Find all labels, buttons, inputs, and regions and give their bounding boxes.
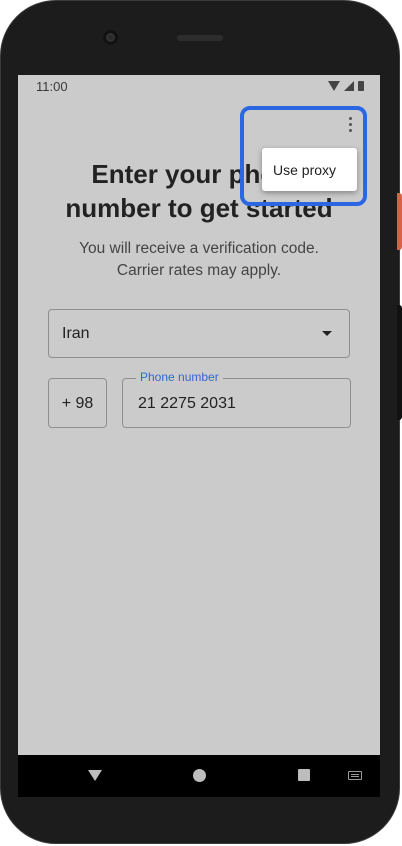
more-vert-icon[interactable] [343,115,359,135]
home-icon[interactable] [193,769,206,782]
wifi-icon [328,81,340,91]
back-icon[interactable] [88,770,102,781]
system-nav-bar [18,755,380,797]
country-value: Iran [62,325,90,342]
country-select[interactable]: Iran [48,309,350,358]
cell-signal-icon [344,81,354,91]
keyboard-icon[interactable] [348,771,362,780]
country-code-field[interactable]: + 98 [48,378,107,428]
country-code-value: + 98 [61,395,94,412]
earpiece-speaker [177,35,223,41]
page-title-line-2: number to get started [65,193,333,223]
subtitle-line-2: Carrier rates may apply. [116,262,282,279]
status-icons [328,81,364,91]
arrow-drop-down-icon [322,331,332,336]
overflow-popup-menu: Use proxy [262,148,357,191]
recents-icon[interactable] [298,769,310,781]
power-button[interactable] [397,193,402,250]
subtitle-line-1: You will receive a verification code. [79,240,319,257]
page-subtitle: You will receive a verification code. Ca… [18,238,380,282]
battery-icon [358,81,364,91]
phone-number-value: 21 2275 2031 [138,395,236,412]
app-screen: 11:00 Enter your phone number to get sta… [18,75,380,755]
front-camera [103,30,118,45]
phone-number-field[interactable]: Phone number 21 2275 2031 [122,370,351,428]
phone-number-label: Phone number [136,370,223,384]
menu-item-use-proxy[interactable]: Use proxy [273,162,336,178]
status-bar: 11:00 [18,75,380,99]
status-time: 11:00 [36,79,68,94]
volume-button[interactable] [397,305,402,420]
